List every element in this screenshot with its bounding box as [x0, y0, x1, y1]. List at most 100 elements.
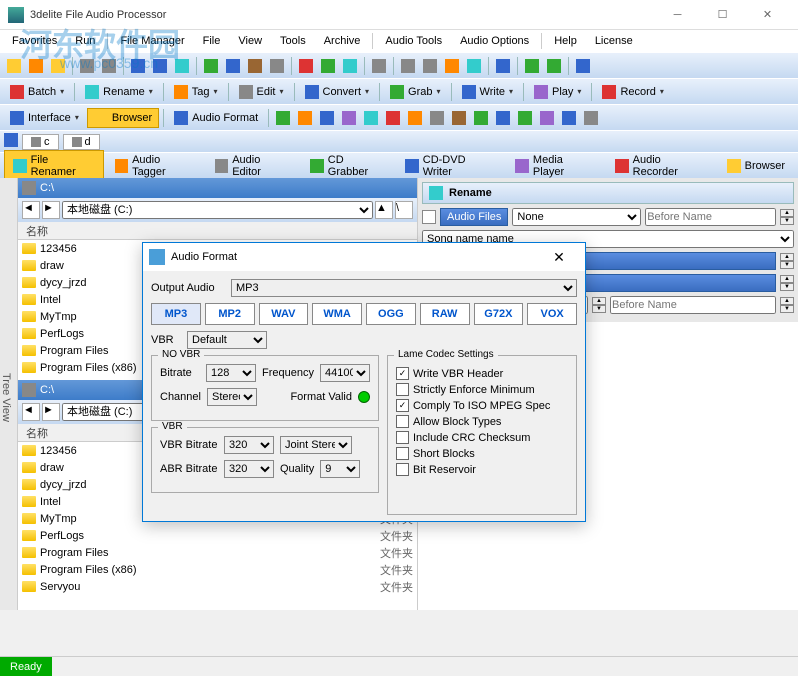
checkbox[interactable]: ✓: [396, 367, 409, 380]
tb-batch[interactable]: Batch▾: [4, 83, 70, 101]
nav-back-icon-2[interactable]: ◄: [22, 403, 40, 421]
tab-cd-dvd-writer[interactable]: CD-DVD Writer: [396, 150, 504, 182]
menu-archive[interactable]: Archive: [316, 33, 369, 49]
tb-icon-4[interactable]: [77, 56, 97, 76]
tab-wma[interactable]: WMA: [312, 303, 362, 325]
tb-icon-14[interactable]: [318, 56, 338, 76]
tab-audio-recorder[interactable]: Audio Recorder: [606, 150, 716, 182]
tb-icon-10[interactable]: [223, 56, 243, 76]
tb-icon-11[interactable]: [245, 56, 265, 76]
tb-back-icon[interactable]: [522, 56, 542, 76]
tb-write[interactable]: Write▾: [456, 83, 519, 101]
audio-files-select[interactable]: None: [512, 208, 641, 226]
bitrate-select[interactable]: 128: [206, 364, 256, 382]
quality-select[interactable]: 9: [320, 460, 360, 478]
tb3-icon-15[interactable]: [581, 108, 601, 128]
list-item[interactable]: Program Files文件夹: [18, 544, 417, 561]
chk-audio-files[interactable]: [422, 210, 436, 224]
output-audio-select[interactable]: MP3: [231, 279, 577, 297]
tab-mp3[interactable]: MP3: [151, 303, 201, 325]
tb3-icon-8[interactable]: [427, 108, 447, 128]
nav-back-icon[interactable]: ◄: [22, 201, 40, 219]
dialog-close-button[interactable]: ✕: [539, 243, 579, 271]
tb-icon-6[interactable]: [128, 56, 148, 76]
tb-icon-23[interactable]: [573, 56, 593, 76]
menu-run[interactable]: Run: [67, 33, 103, 49]
tb-icon-13[interactable]: [296, 56, 316, 76]
tb-forward-icon[interactable]: [544, 56, 564, 76]
drive-d[interactable]: d: [63, 134, 100, 150]
tb3-icon-12[interactable]: [515, 108, 535, 128]
tb3-icon-3[interactable]: [317, 108, 337, 128]
abr-bitrate-select[interactable]: 320: [224, 460, 274, 478]
tb-tag[interactable]: Tag▾: [168, 83, 224, 101]
joint-stereo-select[interactable]: Joint Stereo: [280, 436, 352, 454]
tab-audio-tagger[interactable]: Audio Tagger: [106, 150, 204, 182]
tb-search-icon[interactable]: [420, 56, 440, 76]
drive-refresh-icon[interactable]: [4, 133, 18, 150]
tb-icon-15[interactable]: [340, 56, 360, 76]
tb-find-icon[interactable]: [398, 56, 418, 76]
tb-icon-1[interactable]: [4, 56, 24, 76]
tab-media-player[interactable]: Media Player: [506, 150, 604, 182]
tb3-icon-2[interactable]: [295, 108, 315, 128]
tb3-icon-10[interactable]: [471, 108, 491, 128]
menu-view[interactable]: View: [230, 33, 270, 49]
tb-print-icon[interactable]: [369, 56, 389, 76]
tab-browser[interactable]: Browser: [718, 155, 794, 177]
nav-fwd-icon[interactable]: ►: [42, 201, 60, 219]
menu-help[interactable]: Help: [546, 33, 585, 49]
spin-up-5[interactable]: ▲: [780, 297, 794, 305]
tab-g72x[interactable]: G72X: [474, 303, 524, 325]
tb-icon-2[interactable]: [26, 56, 46, 76]
vbr-bitrate-select[interactable]: 320: [224, 436, 274, 454]
drive-select-top[interactable]: 本地磁盘 (C:): [62, 201, 373, 219]
tab-raw[interactable]: RAW: [420, 303, 470, 325]
freq-select[interactable]: 44100: [320, 364, 370, 382]
menu-license[interactable]: License: [587, 33, 641, 49]
tb-browser[interactable]: Browser: [87, 108, 159, 128]
tb-edit[interactable]: Edit▾: [233, 83, 290, 101]
tb3-icon-7[interactable]: [405, 108, 425, 128]
tab-wav[interactable]: WAV: [259, 303, 309, 325]
tree-view-handle[interactable]: Tree View: [0, 178, 18, 610]
menu-tools[interactable]: Tools: [272, 33, 314, 49]
list-item[interactable]: Program Files (x86)文件夹: [18, 561, 417, 578]
menu-file-manager[interactable]: File Manager: [112, 33, 192, 49]
spin-up-2[interactable]: ▲: [780, 253, 794, 261]
maximize-button[interactable]: ☐: [700, 0, 745, 30]
tb-icon-18[interactable]: [442, 56, 462, 76]
vbr-select[interactable]: Default: [187, 331, 267, 349]
tab-mp2[interactable]: MP2: [205, 303, 255, 325]
tb-grab[interactable]: Grab▾: [384, 83, 446, 101]
menu-file[interactable]: File: [195, 33, 229, 49]
list-item[interactable]: Servyou文件夹: [18, 578, 417, 595]
spin-up-3[interactable]: ▲: [780, 275, 794, 283]
checkbox[interactable]: [396, 431, 409, 444]
tb3-icon-13[interactable]: [537, 108, 557, 128]
tb-icon-12[interactable]: [267, 56, 287, 76]
checkbox[interactable]: [396, 415, 409, 428]
tb-icon-8[interactable]: [172, 56, 192, 76]
menu-favorites[interactable]: Favorites: [4, 33, 65, 49]
tab-cd-grabber[interactable]: CD Grabber: [301, 150, 394, 182]
tb-icon-3[interactable]: [48, 56, 68, 76]
tb-icon-20[interactable]: [493, 56, 513, 76]
tb3-icon-1[interactable]: [273, 108, 293, 128]
tb-icon-19[interactable]: [464, 56, 484, 76]
nav-up-icon[interactable]: ▲: [375, 201, 393, 219]
minimize-button[interactable]: ─: [655, 0, 700, 30]
tb3-icon-5[interactable]: [361, 108, 381, 128]
tb-convert[interactable]: Convert▾: [299, 83, 376, 101]
tb-icon-7[interactable]: [150, 56, 170, 76]
tb-interface[interactable]: Interface▾: [4, 109, 85, 127]
tb3-icon-4[interactable]: [339, 108, 359, 128]
spin-down-2[interactable]: ▼: [780, 261, 794, 269]
tb3-icon-9[interactable]: [449, 108, 469, 128]
spin-down-1[interactable]: ▼: [780, 217, 794, 225]
checkbox[interactable]: [396, 383, 409, 396]
tb-icon-5[interactable]: [99, 56, 119, 76]
nav-fwd-icon-2[interactable]: ►: [42, 403, 60, 421]
tb-audio-format[interactable]: Audio Format: [168, 109, 264, 127]
tab-ogg[interactable]: OGG: [366, 303, 416, 325]
